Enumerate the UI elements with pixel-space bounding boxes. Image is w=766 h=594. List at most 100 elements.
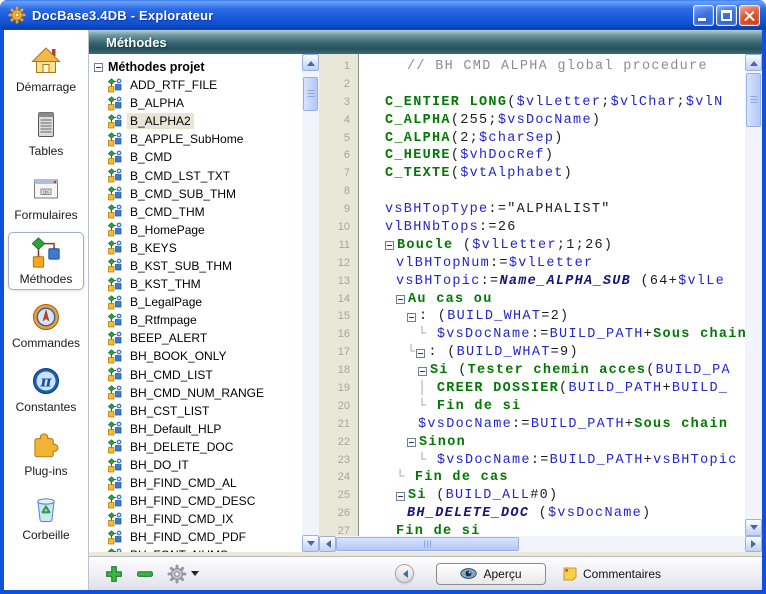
tree-item[interactable]: BH_FIND_CMD_AL bbox=[89, 474, 302, 492]
collapse-icon[interactable] bbox=[385, 241, 394, 250]
code-line[interactable]: vlBHNbTops:=26 bbox=[385, 219, 745, 237]
tree-item[interactable]: B_CMD_LST_TXT bbox=[89, 166, 302, 184]
tree-item[interactable]: B_ALPHA bbox=[89, 94, 302, 112]
gear-dropdown-arrow-icon[interactable] bbox=[191, 571, 199, 580]
comments-button[interactable]: Commentaires bbox=[562, 566, 661, 582]
code-line[interactable]: Si (Tester chemin acces(BUILD_PA bbox=[385, 362, 745, 380]
scroll-left-button[interactable] bbox=[319, 536, 336, 552]
tree-item[interactable]: BH_CMD_LIST bbox=[89, 366, 302, 384]
code-line[interactable]: BH_DELETE_DOC ($vsDocName) bbox=[385, 505, 745, 523]
sidebar-item-demarrage[interactable]: Démarrage bbox=[8, 40, 84, 98]
code-line[interactable]: └: (BUILD_WHAT=9) bbox=[385, 344, 745, 362]
code-line[interactable]: Boucle ($vlLetter;1;26) bbox=[385, 237, 745, 255]
tree-item[interactable]: B_KST_THM bbox=[89, 275, 302, 293]
scroll-up-button[interactable] bbox=[302, 54, 319, 71]
code-line[interactable]: C_ALPHA(255;$vsDocName) bbox=[385, 112, 745, 130]
scroll-right-button[interactable] bbox=[745, 536, 762, 552]
scrollbar-track[interactable] bbox=[302, 71, 319, 535]
collapse-icon[interactable] bbox=[407, 438, 416, 447]
tree-item[interactable]: BH_DELETE_DOC bbox=[89, 438, 302, 456]
collapse-icon[interactable] bbox=[396, 295, 405, 304]
code-line[interactable]: Si (BUILD_ALL#0) bbox=[385, 487, 745, 505]
tree-item[interactable]: BH_FIND_CMD_IX bbox=[89, 510, 302, 528]
preview-button[interactable]: Aperçu bbox=[436, 563, 546, 585]
maximize-button[interactable] bbox=[716, 5, 737, 26]
code-line[interactable]: Au cas ou bbox=[385, 291, 745, 309]
code-line[interactable]: └ $vsDocName:=BUILD_PATH+vsBHTopic bbox=[385, 452, 745, 470]
sidebar-item-commandes[interactable]: Commandes bbox=[8, 296, 84, 354]
close-button[interactable] bbox=[739, 5, 760, 26]
sidebar-item-constantes[interactable]: πConstantes bbox=[8, 360, 84, 418]
sidebar-item-plugins[interactable]: Plug-ins bbox=[8, 424, 84, 482]
minimize-button[interactable] bbox=[693, 5, 714, 26]
code-area[interactable]: // BH CMD ALPHA global procedure C_ENTIER… bbox=[359, 54, 745, 536]
tree-item[interactable]: B_Rtfmpage bbox=[89, 311, 302, 329]
code-line[interactable]: C_ALPHA(2;$charSep) bbox=[385, 130, 745, 148]
options-gear-button[interactable] bbox=[167, 564, 187, 584]
code-line[interactable]: └ Fin de si bbox=[385, 398, 745, 416]
code-line[interactable]: vsBHTopType:="ALPHALIST" bbox=[385, 201, 745, 219]
scroll-up-button[interactable] bbox=[745, 54, 762, 71]
tree-item[interactable]: BH_FIND_CMD_DESC bbox=[89, 492, 302, 510]
tree-item[interactable]: B_CMD bbox=[89, 148, 302, 166]
code-line[interactable]: │ CREER DOSSIER(BUILD_PATH+BUILD_ bbox=[385, 380, 745, 398]
tree-item[interactable]: B_CMD_THM bbox=[89, 203, 302, 221]
sidebar-item-methodes[interactable]: Méthodes bbox=[8, 232, 84, 290]
editor-vertical-scrollbar[interactable] bbox=[745, 54, 762, 536]
tree-item[interactable]: BH_FIND_CMD_PDF bbox=[89, 528, 302, 546]
remove-method-button[interactable] bbox=[136, 565, 154, 583]
sidebar-item-formulaires[interactable]: OKFormulaires bbox=[8, 168, 84, 226]
tree-item[interactable]: B_LegalPage bbox=[89, 293, 302, 311]
tree-item[interactable]: BEEP_ALERT bbox=[89, 329, 302, 347]
tree-item[interactable]: B_HomePage bbox=[89, 221, 302, 239]
tree-item[interactable]: BH_DO_IT bbox=[89, 456, 302, 474]
sidebar-item-corbeille[interactable]: Corbeille bbox=[8, 488, 84, 546]
code-line[interactable]: C_TEXTE($vtAlphabet) bbox=[385, 165, 745, 183]
code-token: : ( bbox=[428, 344, 456, 362]
code-line[interactable]: └ $vsDocName:=BUILD_PATH+Sous chain bbox=[385, 326, 745, 344]
add-method-button[interactable] bbox=[105, 565, 123, 583]
tree-item[interactable]: BH_BOOK_ONLY bbox=[89, 347, 302, 365]
tree-item[interactable]: B_KST_SUB_THM bbox=[89, 257, 302, 275]
scrollbar-track[interactable] bbox=[336, 536, 745, 552]
collapse-icon[interactable] bbox=[407, 313, 416, 322]
code-line[interactable]: Fin de si bbox=[385, 523, 745, 536]
sidebar-item-tables[interactable]: Tables bbox=[8, 104, 84, 162]
scrollbar-track[interactable] bbox=[745, 71, 762, 519]
code-line[interactable]: └ Fin de cas bbox=[385, 469, 745, 487]
tree-root[interactable]: Méthodes projet bbox=[89, 58, 302, 76]
code-line[interactable]: $vsDocName:=BUILD_PATH+Sous chain bbox=[385, 416, 745, 434]
tree-item[interactable]: B_KEYS bbox=[89, 239, 302, 257]
code-line[interactable] bbox=[385, 76, 745, 94]
tree-item-label: B_CMD_LST_TXT bbox=[127, 168, 233, 184]
scroll-down-button[interactable] bbox=[302, 535, 319, 552]
tree-item[interactable]: B_CMD_SUB_THM bbox=[89, 185, 302, 203]
tree-item[interactable]: BH_CST_LIST bbox=[89, 402, 302, 420]
collapse-icon[interactable] bbox=[418, 367, 427, 376]
code-line[interactable]: Sinon bbox=[385, 434, 745, 452]
collapse-icon[interactable] bbox=[94, 63, 103, 72]
code-line[interactable] bbox=[385, 183, 745, 201]
scrollbar-thumb[interactable] bbox=[336, 537, 519, 551]
scrollbar-thumb[interactable] bbox=[303, 77, 318, 111]
collapse-icon[interactable] bbox=[396, 492, 405, 501]
editor-horizontal-scrollbar[interactable] bbox=[319, 536, 762, 552]
code-line[interactable]: C_ENTIER LONG($vlLetter;$vlChar;$vlN bbox=[385, 94, 745, 112]
code-line[interactable]: // BH CMD ALPHA global procedure bbox=[385, 58, 745, 76]
tree-item[interactable]: BH_CMD_NUM_RANGE bbox=[89, 384, 302, 402]
code-line[interactable]: vlBHTopNum:=$vlLetter bbox=[385, 255, 745, 273]
navigate-back-button[interactable] bbox=[395, 564, 414, 583]
titlebar[interactable]: DocBase3.4DB - Explorateur bbox=[0, 0, 766, 30]
code-line[interactable]: : (BUILD_WHAT=2) bbox=[385, 308, 745, 326]
scrollbar-thumb[interactable] bbox=[746, 73, 761, 127]
tree-item[interactable]: BH_Default_HLP bbox=[89, 420, 302, 438]
tree-item[interactable]: B_ALPHA2 bbox=[89, 112, 302, 130]
collapse-icon[interactable] bbox=[416, 349, 425, 358]
tree-vertical-scrollbar[interactable] bbox=[302, 54, 319, 552]
code-token: := bbox=[512, 416, 531, 434]
code-line[interactable]: C_HEURE($vhDocRef) bbox=[385, 147, 745, 165]
tree-item[interactable]: B_APPLE_SubHome bbox=[89, 130, 302, 148]
code-line[interactable]: vsBHTopic:=Name_ALPHA_SUB (64+$vlLe bbox=[385, 273, 745, 291]
tree-item[interactable]: ADD_RTF_FILE bbox=[89, 76, 302, 94]
scroll-down-button[interactable] bbox=[745, 519, 762, 536]
